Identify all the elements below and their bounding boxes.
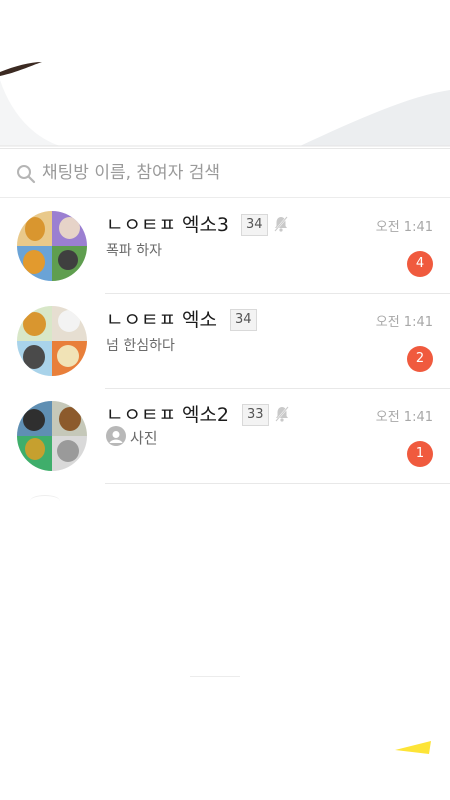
group-avatar: [17, 211, 87, 281]
unread-count-badge: 2: [407, 346, 433, 372]
last-message-preview: 폭파 하자: [106, 243, 162, 259]
search-input[interactable]: [42, 159, 432, 187]
chat-room-name: ㄴㅇㅌㅍ 엑소3: [106, 214, 230, 236]
last-message-preview: 넘 한심하다: [106, 338, 175, 354]
chat-room-row[interactable]: ㄴㅇㅌㅍ 엑소 34 오전 1:41 넘 한심하다 2: [0, 294, 450, 389]
chat-room-list: ㄴㅇㅌㅍ 엑소3 34 오전 1:41 폭파 하자 4 ㄴㅇㅌㅍ 엑소 34 오…: [0, 199, 450, 484]
photo-icon: [106, 426, 126, 446]
member-count-badge: 33: [242, 404, 269, 426]
chat-room-row[interactable]: ㄴㅇㅌㅍ 엑소2 33 오전 1:41 사진 1: [0, 389, 450, 484]
search-bar[interactable]: [0, 148, 450, 198]
last-message-time: 오전 1:41: [375, 220, 433, 235]
group-avatar: [17, 401, 87, 471]
member-count-badge: 34: [241, 214, 268, 236]
last-message-time: 오전 1:41: [375, 315, 433, 330]
group-avatar: [17, 306, 87, 376]
member-count-badge: 34: [230, 309, 257, 331]
row-divider: [105, 483, 450, 484]
yellow-corner-shape: [395, 741, 431, 754]
faded-avatar-outline: [30, 495, 60, 507]
mute-bell-icon: [274, 216, 288, 232]
last-message-time: 오전 1:41: [375, 410, 433, 425]
chat-room-name: ㄴㅇㅌㅍ 엑소: [106, 309, 217, 331]
last-message-preview: 사진: [130, 429, 158, 447]
chat-room-row[interactable]: ㄴㅇㅌㅍ 엑소3 34 오전 1:41 폭파 하자 4: [0, 199, 450, 294]
unread-count-badge: 1: [407, 441, 433, 467]
search-icon: [17, 165, 36, 184]
bottom-divider: [190, 676, 240, 677]
unread-count-badge: 4: [407, 251, 433, 277]
mute-bell-icon: [275, 406, 289, 422]
banner-graphic: [0, 62, 450, 147]
header-banner: [0, 0, 450, 148]
chat-room-name: ㄴㅇㅌㅍ 엑소2: [106, 404, 230, 426]
